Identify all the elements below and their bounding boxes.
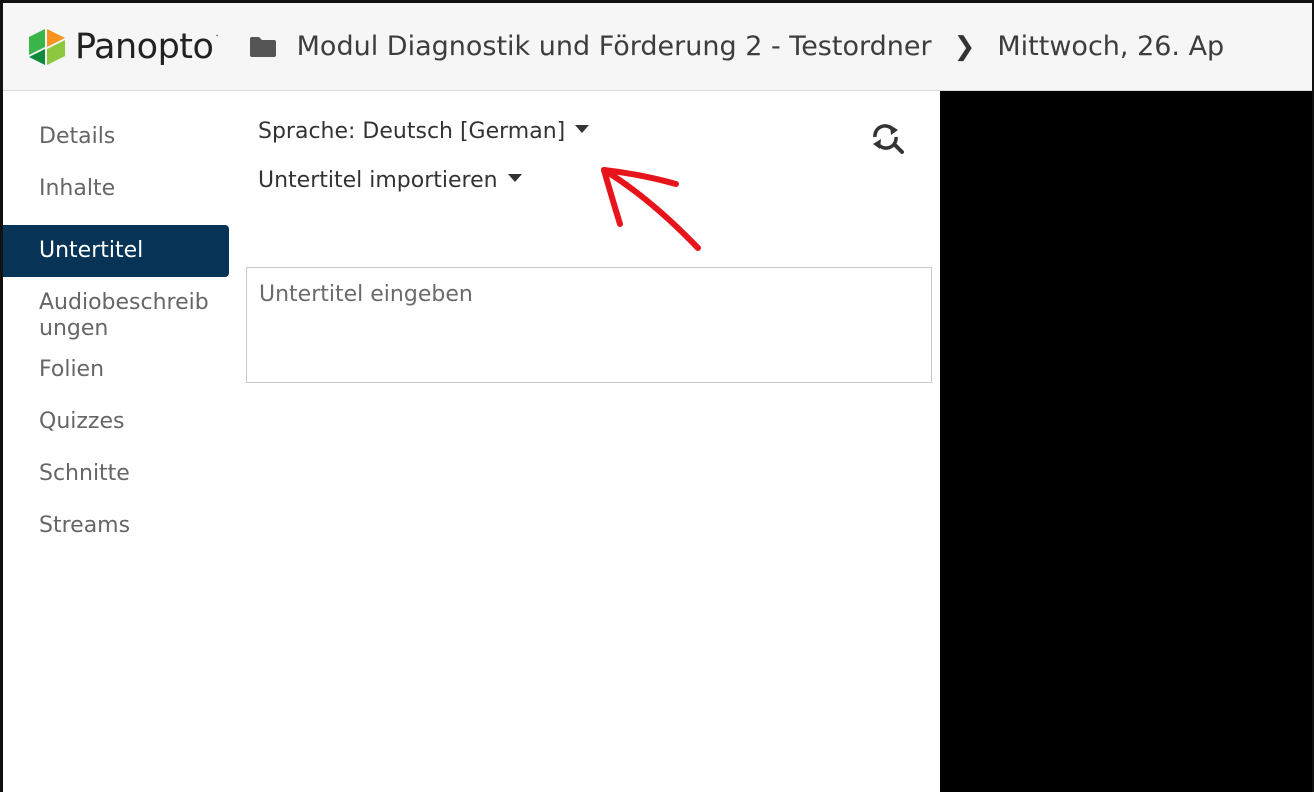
sidebar-item-inhalte[interactable]: Inhalte — [3, 176, 231, 203]
breadcrumb-session[interactable]: Mittwoch, 26. Ap — [997, 31, 1224, 62]
sidebar-item-schnitte[interactable]: Schnitte — [3, 461, 231, 488]
search-refresh-icon[interactable] — [867, 117, 907, 157]
caption-input[interactable] — [246, 267, 932, 383]
sidebar-item-folien[interactable]: Folien — [3, 357, 231, 384]
sidebar-nav: Details Inhalte Untertitel Audiobeschrei… — [3, 91, 231, 540]
chevron-right-icon: ❯ — [953, 31, 976, 62]
logo-text: Panopto — [75, 26, 214, 67]
language-dropdown[interactable]: Sprache: Deutsch [German] — [258, 119, 590, 144]
import-captions-dropdown[interactable]: Untertitel importieren — [258, 168, 522, 193]
panopto-logo-icon — [29, 28, 65, 65]
import-captions-label: Untertitel importieren — [258, 168, 498, 193]
sidebar-item-quizzes[interactable]: Quizzes — [3, 409, 231, 436]
caret-down-icon — [507, 174, 522, 182]
sidebar-item-audiobeschreibungen[interactable]: Audiobeschreib ungen — [3, 290, 229, 342]
language-dropdown-label: Sprache: Deutsch [German] — [258, 119, 566, 144]
sidebar-item-streams[interactable]: Streams — [3, 513, 231, 540]
video-player[interactable] — [940, 91, 1312, 792]
folder-icon — [249, 36, 276, 57]
logo-trademark: · — [215, 31, 219, 42]
panopto-logo[interactable]: Panopto · — [25, 25, 219, 69]
sidebar-item-untertitel[interactable]: Untertitel — [3, 225, 229, 277]
sidebar-item-details[interactable]: Details — [3, 124, 231, 151]
caret-down-icon — [575, 125, 590, 133]
breadcrumb-folder[interactable]: Modul Diagnostik und Förderung 2 - Testo… — [297, 31, 932, 62]
captions-panel: Sprache: Deutsch [German] Untertitel imp… — [231, 91, 940, 792]
top-bar: Panopto · Modul Diagnostik und Förderung… — [3, 3, 1312, 91]
